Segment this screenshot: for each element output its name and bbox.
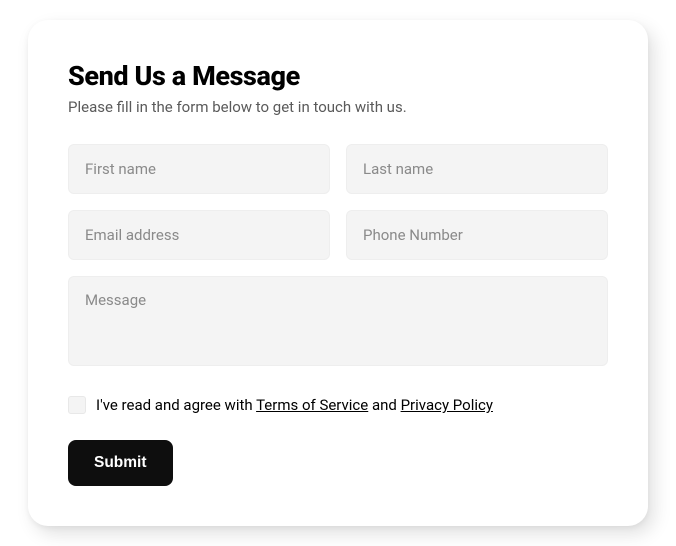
consent-row: I've read and agree with Terms of Servic… [68,396,608,414]
privacy-link[interactable]: Privacy Policy [401,396,493,414]
email-input[interactable] [68,210,330,260]
consent-prefix: I've read and agree with [96,396,256,414]
form-heading: Send Us a Message [68,60,608,92]
consent-checkbox[interactable] [68,396,86,414]
submit-button[interactable]: Submit [68,440,173,486]
form-grid [68,144,608,260]
contact-form-card: Send Us a Message Please fill in the for… [28,20,648,526]
first-name-input[interactable] [68,144,330,194]
phone-input[interactable] [346,210,608,260]
message-textarea[interactable] [68,276,608,366]
tos-link[interactable]: Terms of Service [256,396,368,414]
form-subheading: Please fill in the form below to get in … [68,98,608,116]
consent-joiner: and [368,396,400,414]
consent-text: I've read and agree with Terms of Servic… [96,396,493,414]
last-name-input[interactable] [346,144,608,194]
